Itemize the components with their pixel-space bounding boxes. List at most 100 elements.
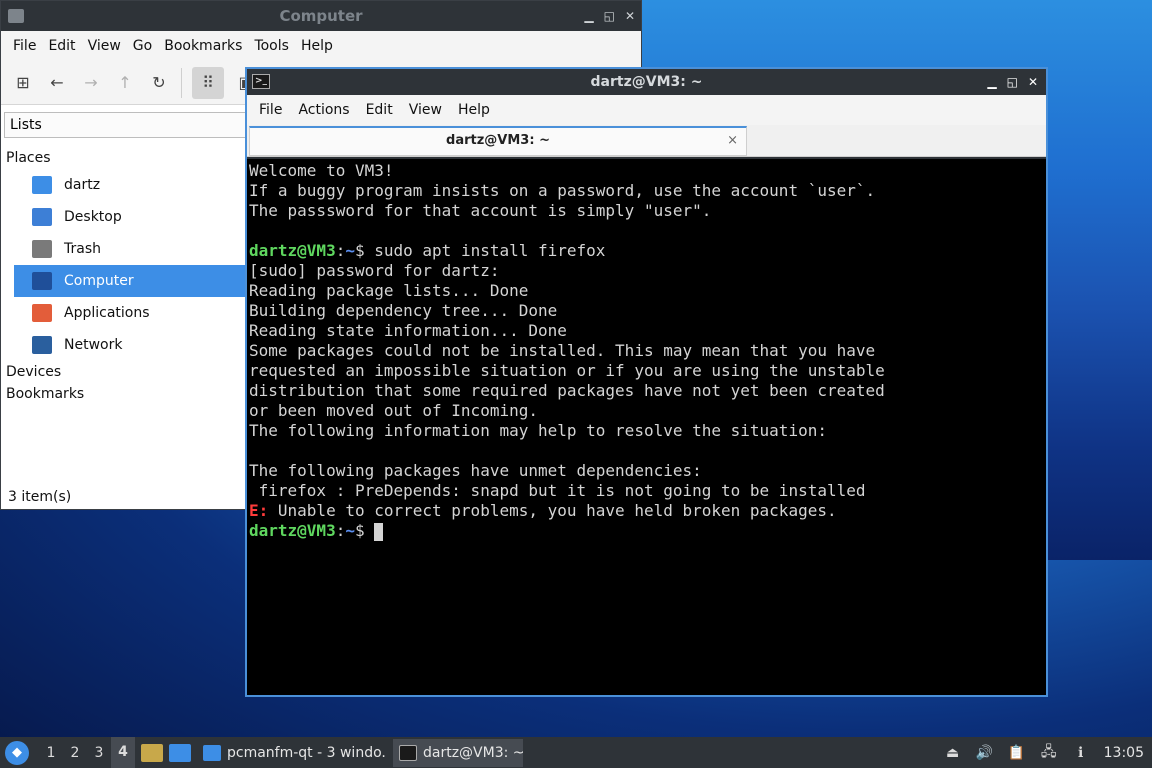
terminal-line-text: Welcome to VM3! bbox=[249, 161, 394, 180]
terminal-line: dartz@VM3:~$ sudo apt install firefox bbox=[249, 241, 1044, 261]
maximize-icon[interactable]: ◱ bbox=[1007, 69, 1018, 95]
terminal-tab-label: dartz@VM3: ~ bbox=[446, 133, 550, 148]
forward-icon[interactable]: → bbox=[79, 71, 103, 95]
places-pane: Places dartz Desktop Trash Computer Applicat… bbox=[1, 147, 249, 405]
network-status-icon[interactable]: 🖧 bbox=[1040, 744, 1058, 762]
taskbar-task-label: pcmanfm-qt - 3 windo... bbox=[227, 744, 387, 761]
toolbar-divider bbox=[181, 67, 182, 98]
terminal-titlebar[interactable]: >_ dartz@VM3: ~ ▁ ◱ ✕ bbox=[247, 69, 1046, 95]
close-tab-icon[interactable]: × bbox=[727, 128, 738, 154]
terminal-output[interactable]: Welcome to VM3! If a buggy program insist… bbox=[247, 159, 1046, 695]
terminal-line-text: The following information may help to re… bbox=[249, 421, 827, 440]
clipboard-icon[interactable]: 📋 bbox=[1008, 744, 1026, 762]
notification-icon[interactable]: ℹ bbox=[1072, 744, 1090, 762]
taskbar-task-button[interactable]: pcmanfm-qt - 3 windo... bbox=[197, 739, 387, 767]
sidebar-item-dartz[interactable]: dartz bbox=[14, 169, 249, 201]
places-header[interactable]: Places bbox=[1, 147, 249, 169]
volume-icon[interactable]: 🔊 bbox=[976, 744, 994, 762]
workspace-4-button[interactable]: 4 bbox=[111, 737, 135, 768]
applications-icon bbox=[32, 304, 52, 322]
terminal-app-icon: >_ bbox=[252, 74, 270, 89]
menu-view[interactable]: View bbox=[88, 38, 121, 54]
home-folder-icon bbox=[32, 176, 52, 194]
terminal-line: dartz@VM3:~$ bbox=[249, 521, 1044, 541]
terminal-line: The following packages have unmet depend… bbox=[249, 461, 1044, 481]
file-manager-launcher-icon[interactable] bbox=[141, 743, 163, 762]
workspace-3-button[interactable]: 3 bbox=[87, 745, 111, 761]
menu-bookmarks[interactable]: Bookmarks bbox=[164, 38, 242, 54]
terminal-line-text: [sudo] password for dartz: bbox=[249, 261, 500, 280]
icon-view-icon[interactable]: ⠿ bbox=[192, 66, 224, 99]
terminal-line-text: $ bbox=[354, 521, 375, 540]
menu-file[interactable]: File bbox=[13, 38, 36, 54]
minimize-icon[interactable]: ▁ bbox=[584, 1, 593, 31]
reload-icon[interactable]: ↻ bbox=[147, 71, 171, 95]
terminal-line-text: Reading state information... Done bbox=[249, 321, 567, 340]
menu-edit[interactable]: Edit bbox=[366, 102, 393, 118]
terminal-title: dartz@VM3: ~ bbox=[590, 74, 703, 90]
menu-go[interactable]: Go bbox=[133, 38, 152, 54]
sidebar-item-computer[interactable]: Computer bbox=[14, 265, 249, 297]
terminal-tab[interactable]: dartz@VM3: ~ × bbox=[249, 126, 747, 156]
close-icon[interactable]: ✕ bbox=[625, 1, 635, 31]
folder-app-icon bbox=[8, 9, 24, 23]
sidebar-item-label: Desktop bbox=[64, 209, 122, 225]
sidebar-item-network[interactable]: Network bbox=[14, 329, 249, 361]
bookmarks-header[interactable]: Bookmarks bbox=[1, 383, 249, 405]
maximize-icon[interactable]: ◱ bbox=[604, 1, 615, 31]
new-tab-icon[interactable]: ⊞ bbox=[11, 71, 35, 95]
menu-help[interactable]: Help bbox=[458, 102, 490, 118]
menu-actions[interactable]: Actions bbox=[298, 102, 349, 118]
back-icon[interactable]: ← bbox=[45, 71, 69, 95]
minimize-icon[interactable]: ▁ bbox=[987, 69, 996, 95]
start-menu-icon[interactable]: ◆ bbox=[5, 740, 29, 765]
devices-header[interactable]: Devices bbox=[1, 361, 249, 383]
menu-view[interactable]: View bbox=[409, 102, 442, 118]
menu-help[interactable]: Help bbox=[301, 38, 333, 54]
workspace-1-button[interactable]: 1 bbox=[39, 745, 63, 761]
terminal-line-text: Reading package lists... Done bbox=[249, 281, 529, 300]
terminal-line: The passsword for that account is simply… bbox=[249, 201, 1044, 221]
terminal-tabbar: dartz@VM3: ~ × bbox=[247, 125, 1046, 157]
sidebar-item-applications[interactable]: Applications bbox=[14, 297, 249, 329]
terminal-menubar: File Actions Edit View Help bbox=[247, 95, 1046, 125]
clock[interactable]: 13:05 bbox=[1104, 745, 1144, 761]
workspace-2-button[interactable]: 2 bbox=[63, 745, 87, 761]
terminal-line: or been moved out of Incoming. bbox=[249, 401, 1044, 421]
close-icon[interactable]: ✕ bbox=[1028, 69, 1038, 95]
folder-icon bbox=[203, 744, 221, 761]
sidebar-item-trash[interactable]: Trash bbox=[14, 233, 249, 265]
menu-tools[interactable]: Tools bbox=[254, 38, 289, 54]
taskbar: ◆ 1234 pcmanfm-qt - 3 windo... dartz@VM3:… bbox=[0, 737, 1152, 768]
menu-edit[interactable]: Edit bbox=[48, 38, 75, 54]
sidebar-item-label: dartz bbox=[64, 177, 101, 193]
side-pane-mode-select[interactable]: Lists bbox=[4, 112, 249, 138]
network-icon bbox=[32, 336, 52, 354]
terminal-line-text: Building dependency tree... Done bbox=[249, 301, 558, 320]
menu-file[interactable]: File bbox=[259, 102, 282, 118]
terminal-line-text: The passsword for that account is simply… bbox=[249, 201, 712, 220]
up-icon[interactable]: ↑ bbox=[113, 71, 137, 95]
terminal-line: Welcome to VM3! bbox=[249, 161, 1044, 181]
terminal-line: E: Unable to correct problems, you have … bbox=[249, 501, 1044, 521]
taskbar-task-label: dartz@VM3: ~ bbox=[423, 744, 523, 761]
terminal-window: >_ dartz@VM3: ~ ▁ ◱ ✕ File Actions Edit Vie… bbox=[245, 67, 1048, 697]
terminal-icon bbox=[399, 744, 417, 761]
prompt-separator: : bbox=[335, 241, 346, 260]
terminal-line: If a buggy program insists on a password… bbox=[249, 181, 1044, 201]
error-prefix: E: bbox=[249, 501, 269, 520]
terminal-line: distribution that some required packages… bbox=[249, 381, 1044, 401]
terminal-line-text: $ sudo apt install firefox bbox=[354, 241, 606, 260]
upload-icon[interactable]: ⏏ bbox=[944, 744, 962, 762]
prompt-path: ~ bbox=[345, 241, 355, 260]
sidebar-item-desktop[interactable]: Desktop bbox=[14, 201, 249, 233]
show-desktop-icon[interactable] bbox=[169, 743, 191, 762]
terminal-line-text: requested an impossible situation or if … bbox=[249, 361, 885, 380]
file-manager-titlebar[interactable]: Computer ▁ ◱ ✕ bbox=[1, 1, 641, 31]
terminal-line-text: If a buggy program insists on a password… bbox=[249, 181, 876, 200]
taskbar-task-button[interactable]: dartz@VM3: ~ bbox=[393, 738, 523, 767]
prompt-path: ~ bbox=[345, 521, 355, 540]
desktop-icon bbox=[32, 208, 52, 226]
terminal-line: Reading state information... Done bbox=[249, 321, 1044, 341]
